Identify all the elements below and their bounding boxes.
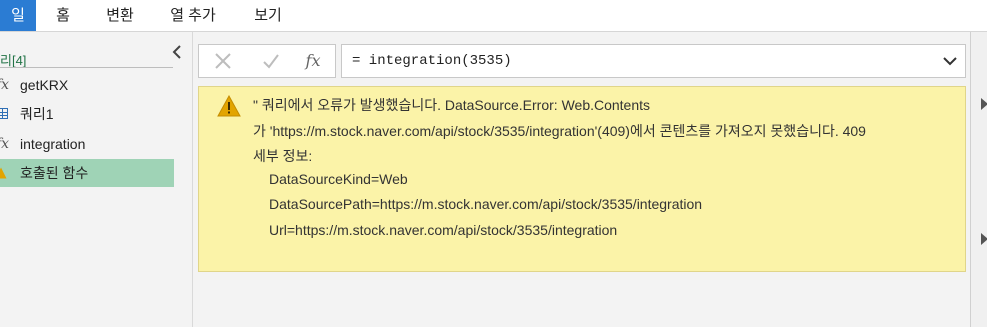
warning-icon	[0, 167, 7, 179]
query-item-label: getKRX	[20, 77, 69, 93]
tab-view[interactable]: 보기	[248, 0, 288, 31]
query-item-label: 호출된 함수	[20, 165, 89, 181]
error-message-line: " 쿼리에서 오류가 발생했습니다. DataSource.Error: Web…	[253, 97, 651, 113]
tab-home[interactable]: 홈	[50, 0, 76, 31]
queries-divider	[0, 67, 173, 68]
error-detail-line: Url=https://m.stock.naver.com/api/stock/…	[269, 222, 618, 238]
query-item-label: 쿼리1	[20, 106, 54, 122]
error-details-heading: 세부 정보:	[253, 148, 313, 164]
scroll-arrow-icon[interactable]	[981, 233, 987, 245]
collapse-pane-button[interactable]	[170, 45, 184, 61]
commit-formula-button[interactable]	[259, 45, 283, 77]
fx-icon: fx	[305, 51, 321, 70]
cancel-formula-button[interactable]	[211, 45, 235, 77]
vertical-scrollbar[interactable]	[970, 32, 987, 327]
tab-transform[interactable]: 변환	[100, 0, 140, 31]
error-panel: " 쿼리에서 오류가 발생했습니다. DataSource.Error: Web…	[198, 86, 966, 272]
chevron-left-icon	[172, 45, 181, 59]
error-detail-line: DataSourcePath=https://m.stock.naver.com…	[269, 196, 703, 212]
check-icon	[263, 54, 279, 69]
formula-bar[interactable]: = integration(3535)	[341, 44, 966, 78]
tab-file[interactable]: 일	[0, 0, 36, 31]
chevron-down-icon	[943, 57, 957, 66]
table-icon	[0, 108, 8, 119]
ribbon-tab-bar: 일 홈 변환 열 추가 보기	[0, 0, 987, 32]
error-message-line: 가 'https://m.stock.naver.com/api/stock/3…	[253, 123, 866, 139]
query-item-integration[interactable]: fx integration	[0, 130, 174, 158]
expand-formula-button[interactable]	[943, 45, 959, 77]
formula-buttons: fx	[198, 44, 336, 78]
scroll-arrow-icon[interactable]	[981, 98, 987, 110]
formula-input[interactable]: = integration(3535)	[352, 45, 512, 77]
query-item-label: integration	[20, 136, 86, 152]
close-icon	[215, 53, 231, 69]
function-icon: fx	[0, 136, 10, 152]
queries-pane: 리[4] fx getKRX 쿼리1 fx integration 호출된 함수	[0, 32, 193, 327]
query-item-invoked-function[interactable]: 호출된 함수	[0, 159, 174, 187]
warning-icon	[217, 95, 241, 117]
query-item-query1[interactable]: 쿼리1	[0, 100, 174, 128]
query-item-getkrx[interactable]: fx getKRX	[0, 71, 174, 99]
tab-add-column[interactable]: 열 추가	[165, 0, 221, 31]
function-icon: fx	[0, 77, 10, 93]
error-detail-line: DataSourceKind=Web	[269, 171, 408, 187]
insert-function-button[interactable]: fx	[301, 45, 325, 77]
